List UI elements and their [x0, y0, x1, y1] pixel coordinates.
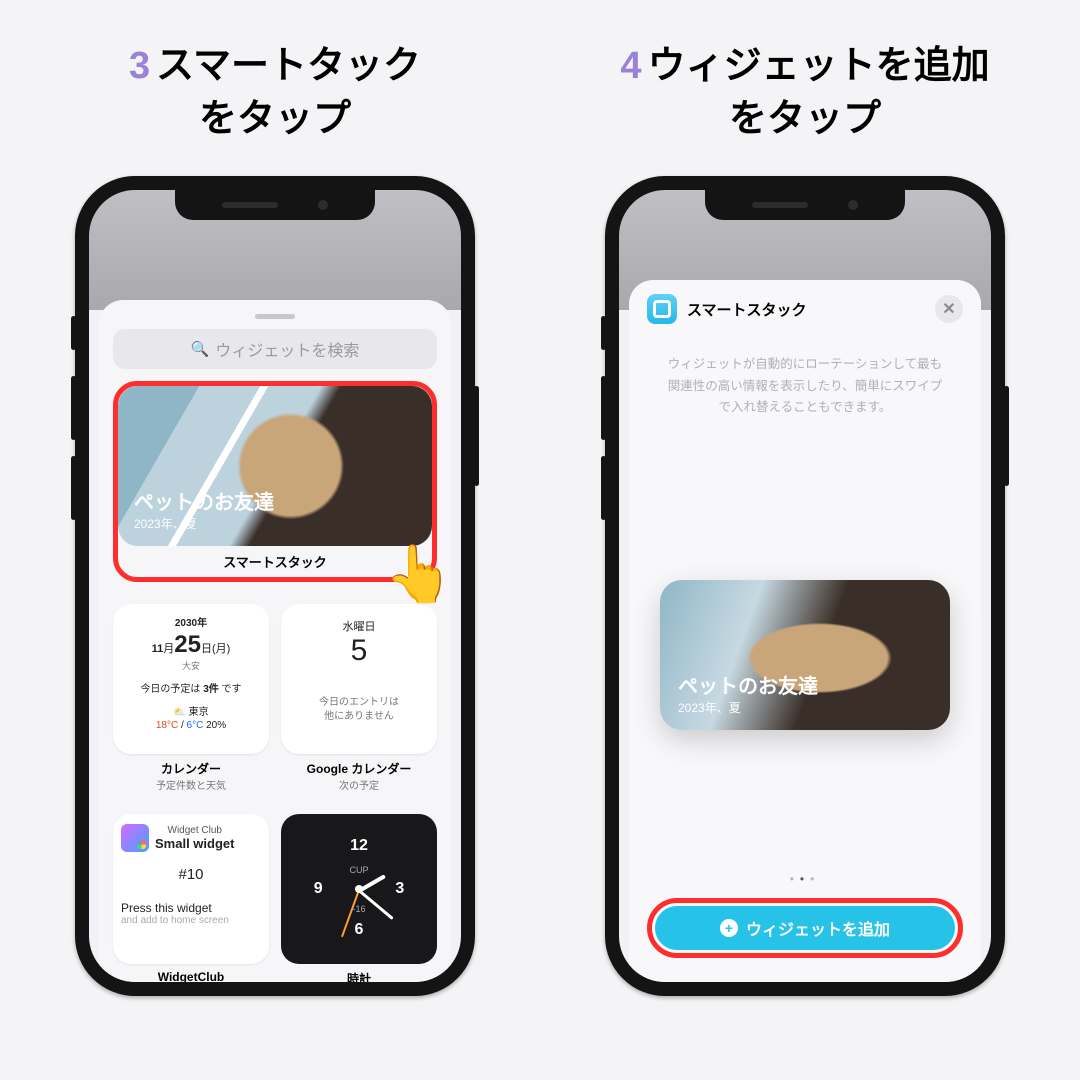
- widget-search[interactable]: 🔍 ウィジェットを検索: [113, 329, 437, 369]
- stack-photo-subtitle: 2023年、夏: [134, 515, 416, 532]
- search-icon: 🔍: [191, 340, 210, 358]
- google-calendar-widget[interactable]: 水曜日 5 今日のエントリは他にありません: [281, 604, 437, 754]
- plus-icon: +: [720, 919, 738, 937]
- widgetclub-widget[interactable]: Widget Club Small widget #10 Press this …: [113, 814, 269, 964]
- step3-title: 3スマートタック をタップ: [129, 40, 421, 146]
- smart-stack-icon: [647, 294, 677, 324]
- add-widget-button[interactable]: + ウィジェットを追加: [655, 906, 955, 950]
- stack-photo-title: ペットのお友達: [134, 486, 416, 515]
- step4-title: 4ウィジェットを追加 をタップ: [620, 40, 989, 146]
- step4-number: 4: [620, 45, 641, 87]
- close-button[interactable]: ✕: [935, 295, 963, 323]
- smart-stack-sheet: スマートスタック ✕ ウィジェットが自動的にローテーションして最も 関連性の高い…: [629, 280, 981, 982]
- widgetclub-icon: [121, 824, 149, 852]
- stack-label: スマートスタック: [118, 546, 432, 577]
- sheet-grabber[interactable]: [255, 314, 295, 319]
- phone-right: スマートスタック ✕ ウィジェットが自動的にローテーションして最も 関連性の高い…: [605, 176, 1005, 996]
- widget-preview[interactable]: ペットのお友達 2023年、夏: [660, 580, 950, 730]
- weather-icon: ⛅: [173, 707, 185, 718]
- stack-preview-image: ペットのお友達 2023年、夏: [118, 386, 432, 546]
- page-dots[interactable]: •••: [647, 872, 963, 886]
- phone-left: 🔍 ウィジェットを検索 ペットのお友達 2023年、夏 スマートスタック 👆 2…: [75, 176, 475, 996]
- sheet-description: ウィジェットが自動的にローテーションして最も 関連性の高い情報を表示したり、簡単…: [647, 354, 963, 418]
- calendar-widget[interactable]: 2030年 11月25日(月) 大安 今日の予定は 3件 です ⛅ 東京 18°…: [113, 604, 269, 754]
- search-placeholder: ウィジェットを検索: [215, 337, 359, 361]
- step3-number: 3: [129, 45, 150, 87]
- widget-gallery-sheet: 🔍 ウィジェットを検索 ペットのお友達 2023年、夏 スマートスタック 👆 2…: [99, 300, 451, 982]
- add-widget-highlight: + ウィジェットを追加: [647, 898, 963, 958]
- clock-widget[interactable]: 12369 CUP -16: [281, 814, 437, 964]
- smart-stack-widget[interactable]: ペットのお友達 2023年、夏 スマートスタック 👆: [113, 381, 437, 582]
- sheet-title: スマートスタック: [687, 299, 807, 320]
